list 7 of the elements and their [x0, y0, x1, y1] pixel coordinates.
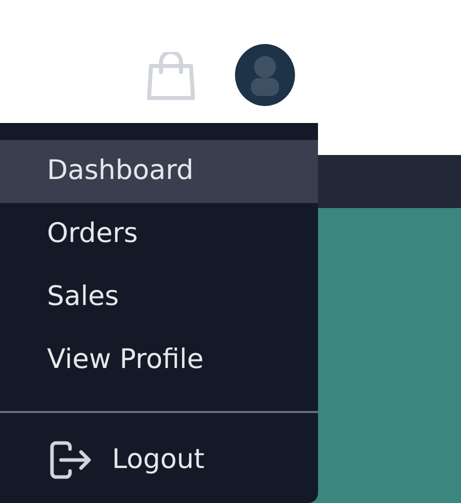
avatar-icon[interactable]	[235, 44, 295, 106]
menu-item[interactable]: Dashboard	[0, 140, 318, 203]
logout-icon	[50, 441, 92, 479]
menu-item[interactable]: Sales	[0, 266, 318, 329]
logout-button[interactable]: Logout	[0, 429, 318, 491]
menu-item[interactable]: Orders	[0, 203, 318, 266]
menu-item[interactable]: View Profile	[0, 329, 318, 392]
